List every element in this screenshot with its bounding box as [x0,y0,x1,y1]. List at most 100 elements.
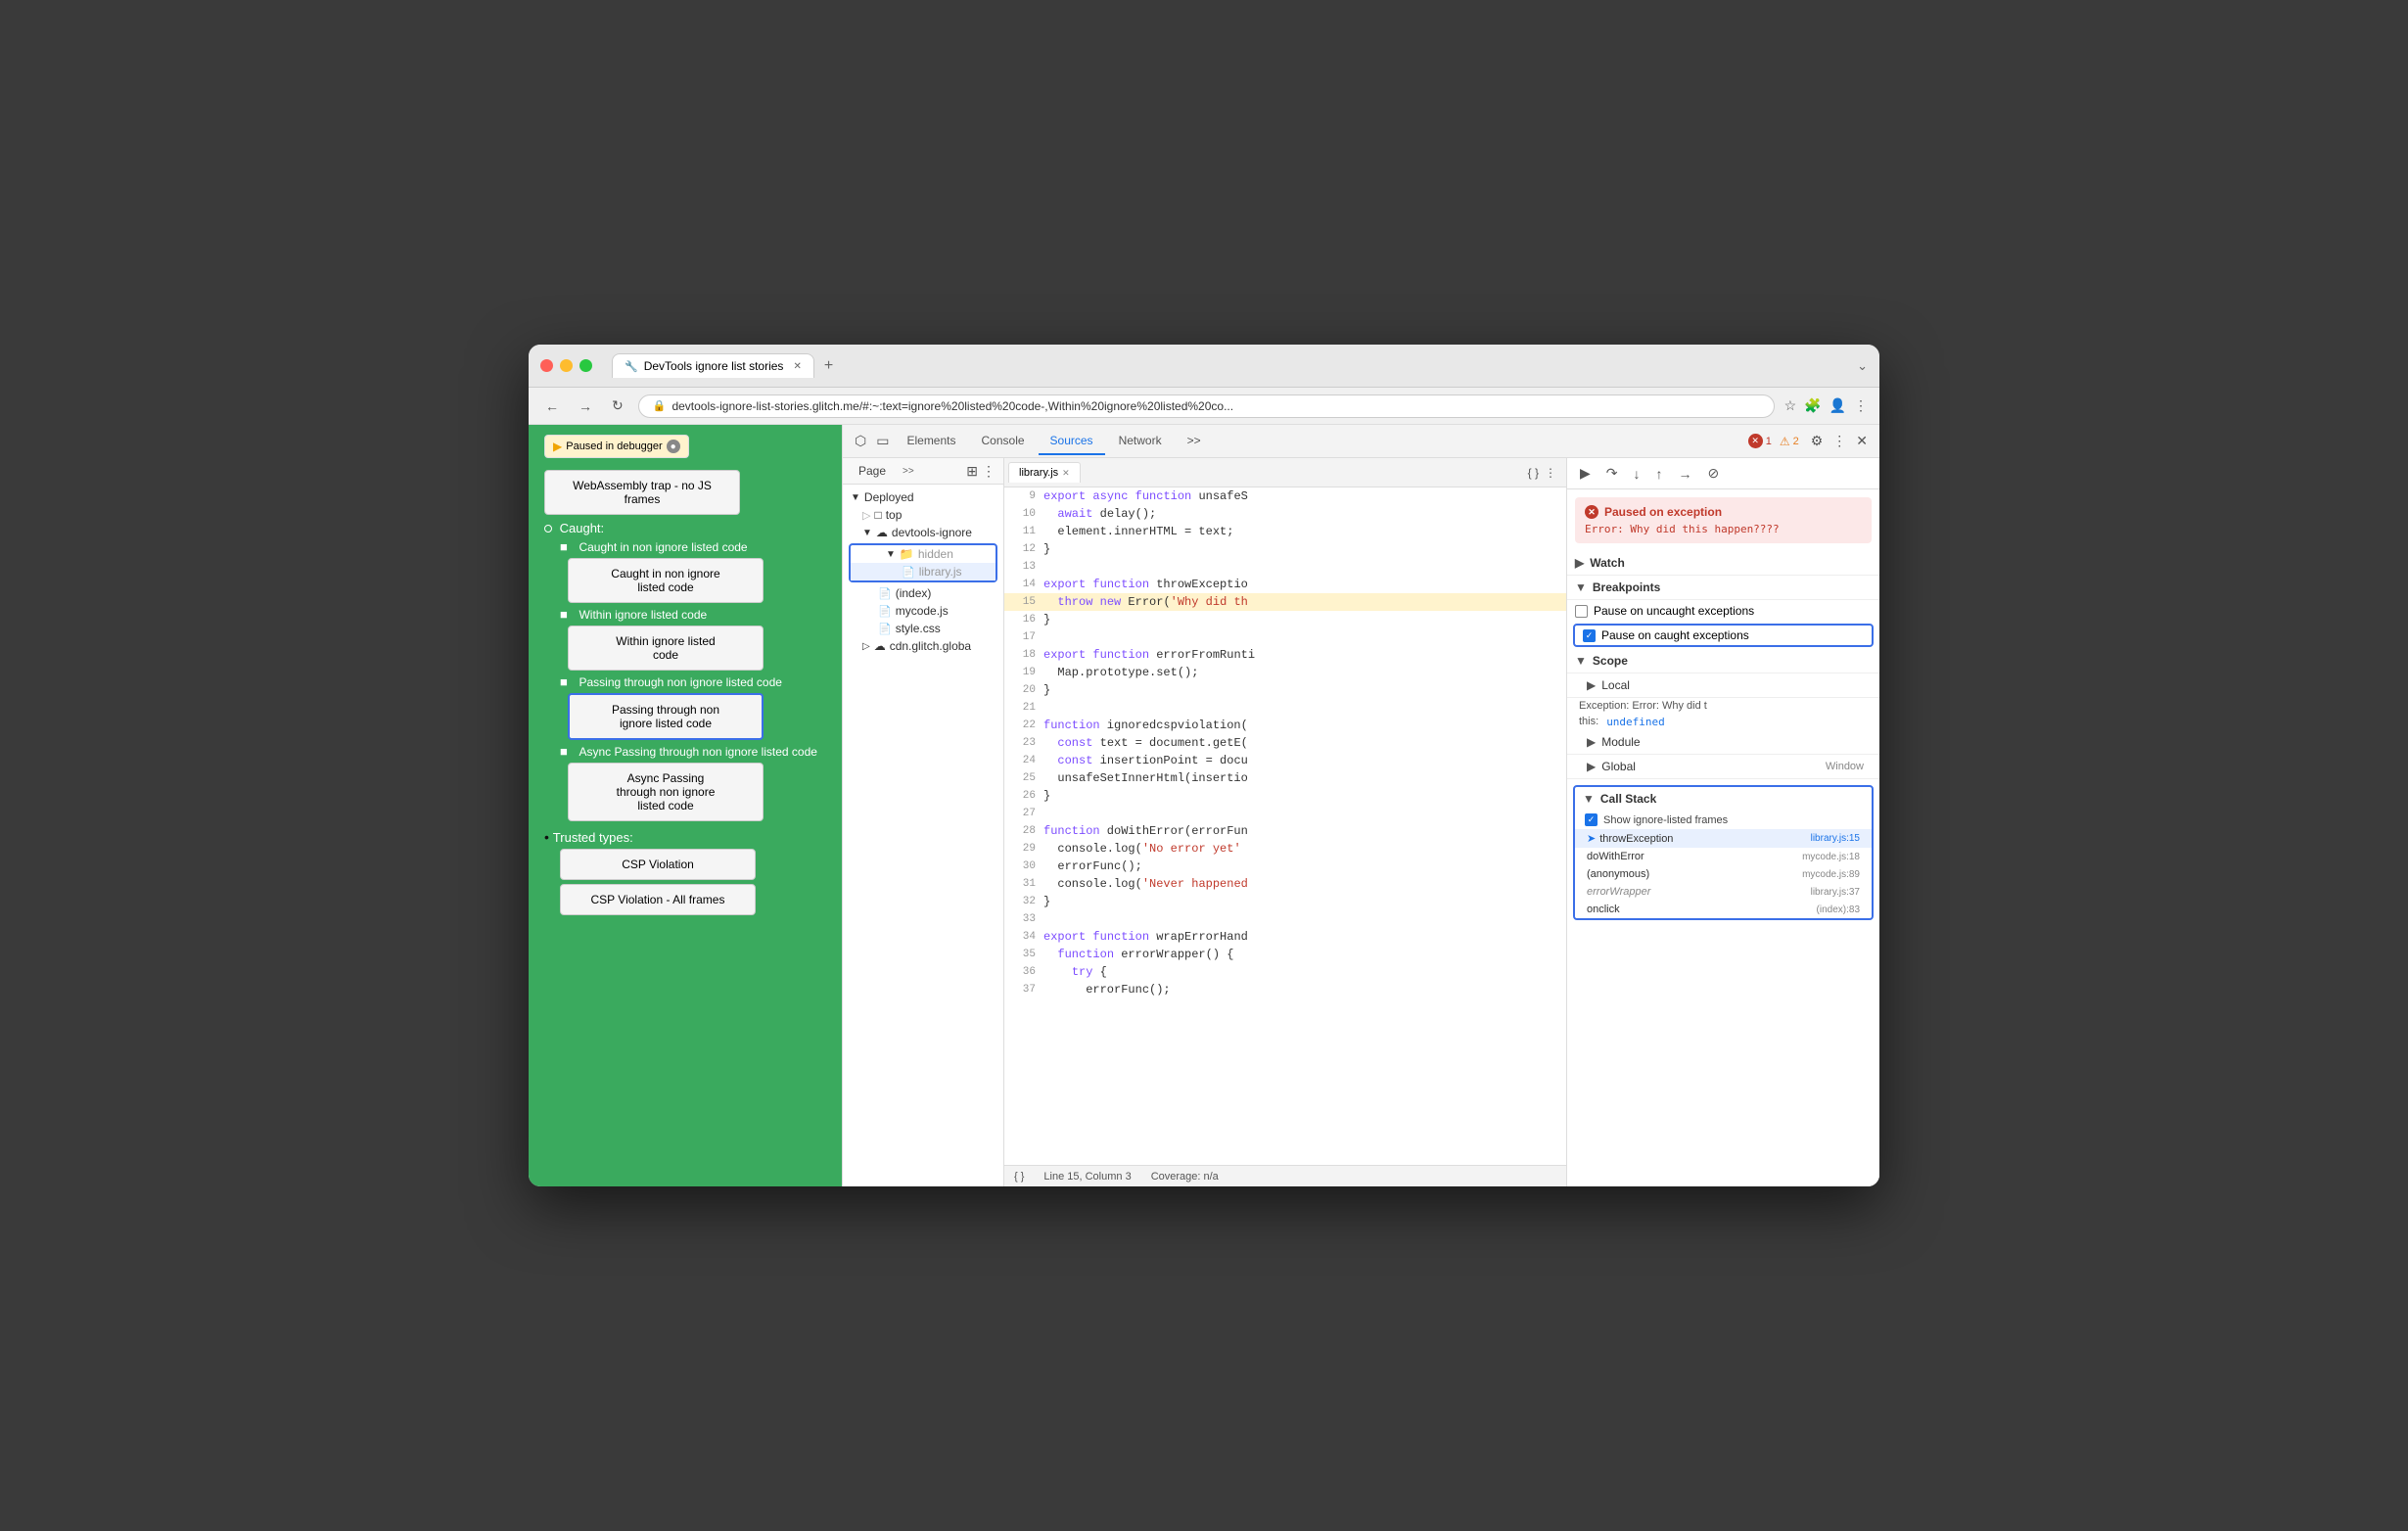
reload-button[interactable]: ↻ [607,394,628,417]
top-label: top [886,508,903,522]
frame-4-fn: onclick [1587,904,1620,915]
deactivate-breakpoints-button[interactable]: ⊘ [1703,462,1725,485]
file-red-icon: 📄 [902,566,915,579]
exception-box: ✕ Paused on exception Error: Why did thi… [1575,497,1872,543]
caught-item-2-bullet: ■ [560,607,571,622]
tab-elements[interactable]: Elements [895,428,967,455]
file-tree-style[interactable]: 📄 style.css [843,620,1003,637]
show-frames-checkbox[interactable]: ✓ [1585,813,1598,826]
new-snippet-icon[interactable]: ⋮ [982,463,996,480]
devtools-device-icon[interactable]: ▭ [872,429,893,453]
cursor-position-icon: { } [1014,1171,1024,1183]
editor-more-icon[interactable]: ⋮ [1539,464,1562,482]
step-into-button[interactable]: ↓ [1629,463,1645,485]
code-line-14: 14 export function throwExceptio [1004,576,1566,593]
passing-through-button[interactable]: Passing through nonignore listed code [568,693,764,740]
csp-violation-button[interactable]: CSP Violation [560,849,756,880]
minimize-button[interactable] [560,359,573,372]
editor-tab-library-js[interactable]: library.js ✕ [1008,462,1081,483]
call-stack-frame-0[interactable]: ➤ throwException library.js:15 [1575,829,1872,848]
csp-violation-all-button[interactable]: CSP Violation - All frames [560,884,756,915]
frame-4-loc: (index):83 [1817,905,1860,915]
devtools-settings-icon[interactable]: ⚙ [1807,429,1828,453]
file-tree-mycode[interactable]: 📄 mycode.js [843,602,1003,620]
pause-uncaught-checkbox[interactable] [1575,605,1588,618]
deployed-icon: ▼ [851,492,860,503]
async-passing-button[interactable]: Async Passingthrough non ignorelisted co… [568,763,764,821]
error-count[interactable]: ✕ 1 [1748,434,1772,448]
bookmark-icon[interactable]: ☆ [1784,397,1797,414]
local-scope-header[interactable]: ▶ Local [1567,673,1879,698]
step-button[interactable]: → [1674,463,1697,485]
resume-button[interactable]: ▶ [1575,462,1596,485]
sources-more-btn[interactable]: >> [898,464,919,479]
devtools-menu-icon[interactable]: ⋮ [1829,429,1850,453]
tab-close-icon[interactable]: ✕ [793,361,801,372]
url-bar[interactable]: 🔒 devtools-ignore-list-stories.glitch.me… [638,394,1775,418]
file-tree-deployed[interactable]: ▼ Deployed [843,488,1003,506]
tab-console[interactable]: Console [970,428,1037,455]
caught-title: Caught: [560,521,605,535]
frame-1-fn: doWithError [1587,851,1644,862]
file-tree-devtools-ignore[interactable]: ▼ ☁ devtools-ignore [843,524,1003,541]
maximize-button[interactable] [579,359,592,372]
folder-expand-icon: ▼ [886,549,896,560]
close-button[interactable] [540,359,553,372]
devtools-inspect-icon[interactable]: ⬡ [851,429,870,453]
active-tab[interactable]: 🔧 DevTools ignore list stories ✕ [612,353,814,378]
this-value: undefined [1606,716,1665,728]
watch-section-header[interactable]: ▶ Watch [1567,551,1879,576]
warning-count[interactable]: ⚠ 2 [1780,435,1799,448]
tab-network[interactable]: Network [1107,428,1174,455]
back-button[interactable]: ← [540,395,564,417]
menu-icon[interactable]: ⋮ [1854,397,1868,414]
call-stack-frame-1[interactable]: doWithError mycode.js:18 [1575,848,1872,865]
top-folder-icon2: □ [874,508,881,522]
global-value: Window [1826,761,1864,772]
call-stack-frame-2[interactable]: (anonymous) mycode.js:89 [1575,865,1872,883]
call-stack-frame-3[interactable]: errorWrapper library.js:37 [1575,883,1872,901]
caught-non-ignore-button[interactable]: Caught in non ignorelisted code [568,558,764,603]
breakpoints-section-header[interactable]: ▼ Breakpoints [1567,576,1879,600]
file-red-icon3: 📄 [878,623,892,635]
global-scope-header[interactable]: ▶ Global Window [1567,755,1879,779]
show-frames-label: Show ignore-listed frames [1603,814,1728,826]
profile-icon[interactable]: 👤 [1829,397,1846,414]
module-label: Module [1601,735,1640,749]
pause-caught-checkbox[interactable]: ✓ [1583,629,1596,642]
code-line-30: 30 errorFunc(); [1004,858,1566,875]
code-line-33: 33 [1004,910,1566,928]
editor-area[interactable]: 9 export async function unsafeS 10 await… [1004,487,1566,1165]
file-tree-cdn[interactable]: ▷ ☁ cdn.glitch.globa [843,637,1003,655]
scope-label: Scope [1593,654,1628,668]
paused-label: Paused in debugger [566,441,662,452]
cloud-expand-icon: ▼ [862,528,872,538]
coverage-status: Coverage: n/a [1151,1171,1219,1183]
caught-item-3-label: Passing through non ignore listed code [579,675,781,689]
editor-format-icon[interactable]: { } [1528,466,1539,480]
within-ignore-button[interactable]: Within ignore listedcode [568,626,764,671]
forward-button[interactable]: → [574,395,597,417]
file-tree-hidden[interactable]: ▼ 📁 hidden [851,545,996,563]
call-stack-header[interactable]: ▼ Call Stack [1575,787,1872,811]
step-out-button[interactable]: ↑ [1651,463,1668,485]
watch-arrow-icon: ▶ [1575,556,1584,570]
file-tree-top[interactable]: ▷ □ top [843,506,1003,524]
sidebar-toggle-icon[interactable]: ⊞ [966,463,978,480]
watch-label: Watch [1590,556,1625,570]
call-stack-frame-4[interactable]: onclick (index):83 [1575,901,1872,918]
page-tab[interactable]: Page [851,461,894,481]
code-line-37: 37 errorFunc(); [1004,981,1566,998]
tab-sources[interactable]: Sources [1039,428,1105,455]
module-scope-header[interactable]: ▶ Module [1567,730,1879,755]
new-tab-button[interactable]: + [818,355,839,377]
tab-more[interactable]: >> [1176,428,1213,455]
scope-section-header[interactable]: ▼ Scope [1567,649,1879,673]
file-tree-library-js[interactable]: 📄 library.js [851,563,996,580]
file-tree-index[interactable]: 📄 (index) [843,584,1003,602]
this-scope-item: this: undefined [1567,714,1879,730]
extensions-icon[interactable]: 🧩 [1804,397,1821,414]
tab-close-library-js[interactable]: ✕ [1062,468,1070,479]
step-over-button[interactable]: ↷ [1601,462,1623,485]
devtools-close-icon[interactable]: ✕ [1852,429,1872,453]
